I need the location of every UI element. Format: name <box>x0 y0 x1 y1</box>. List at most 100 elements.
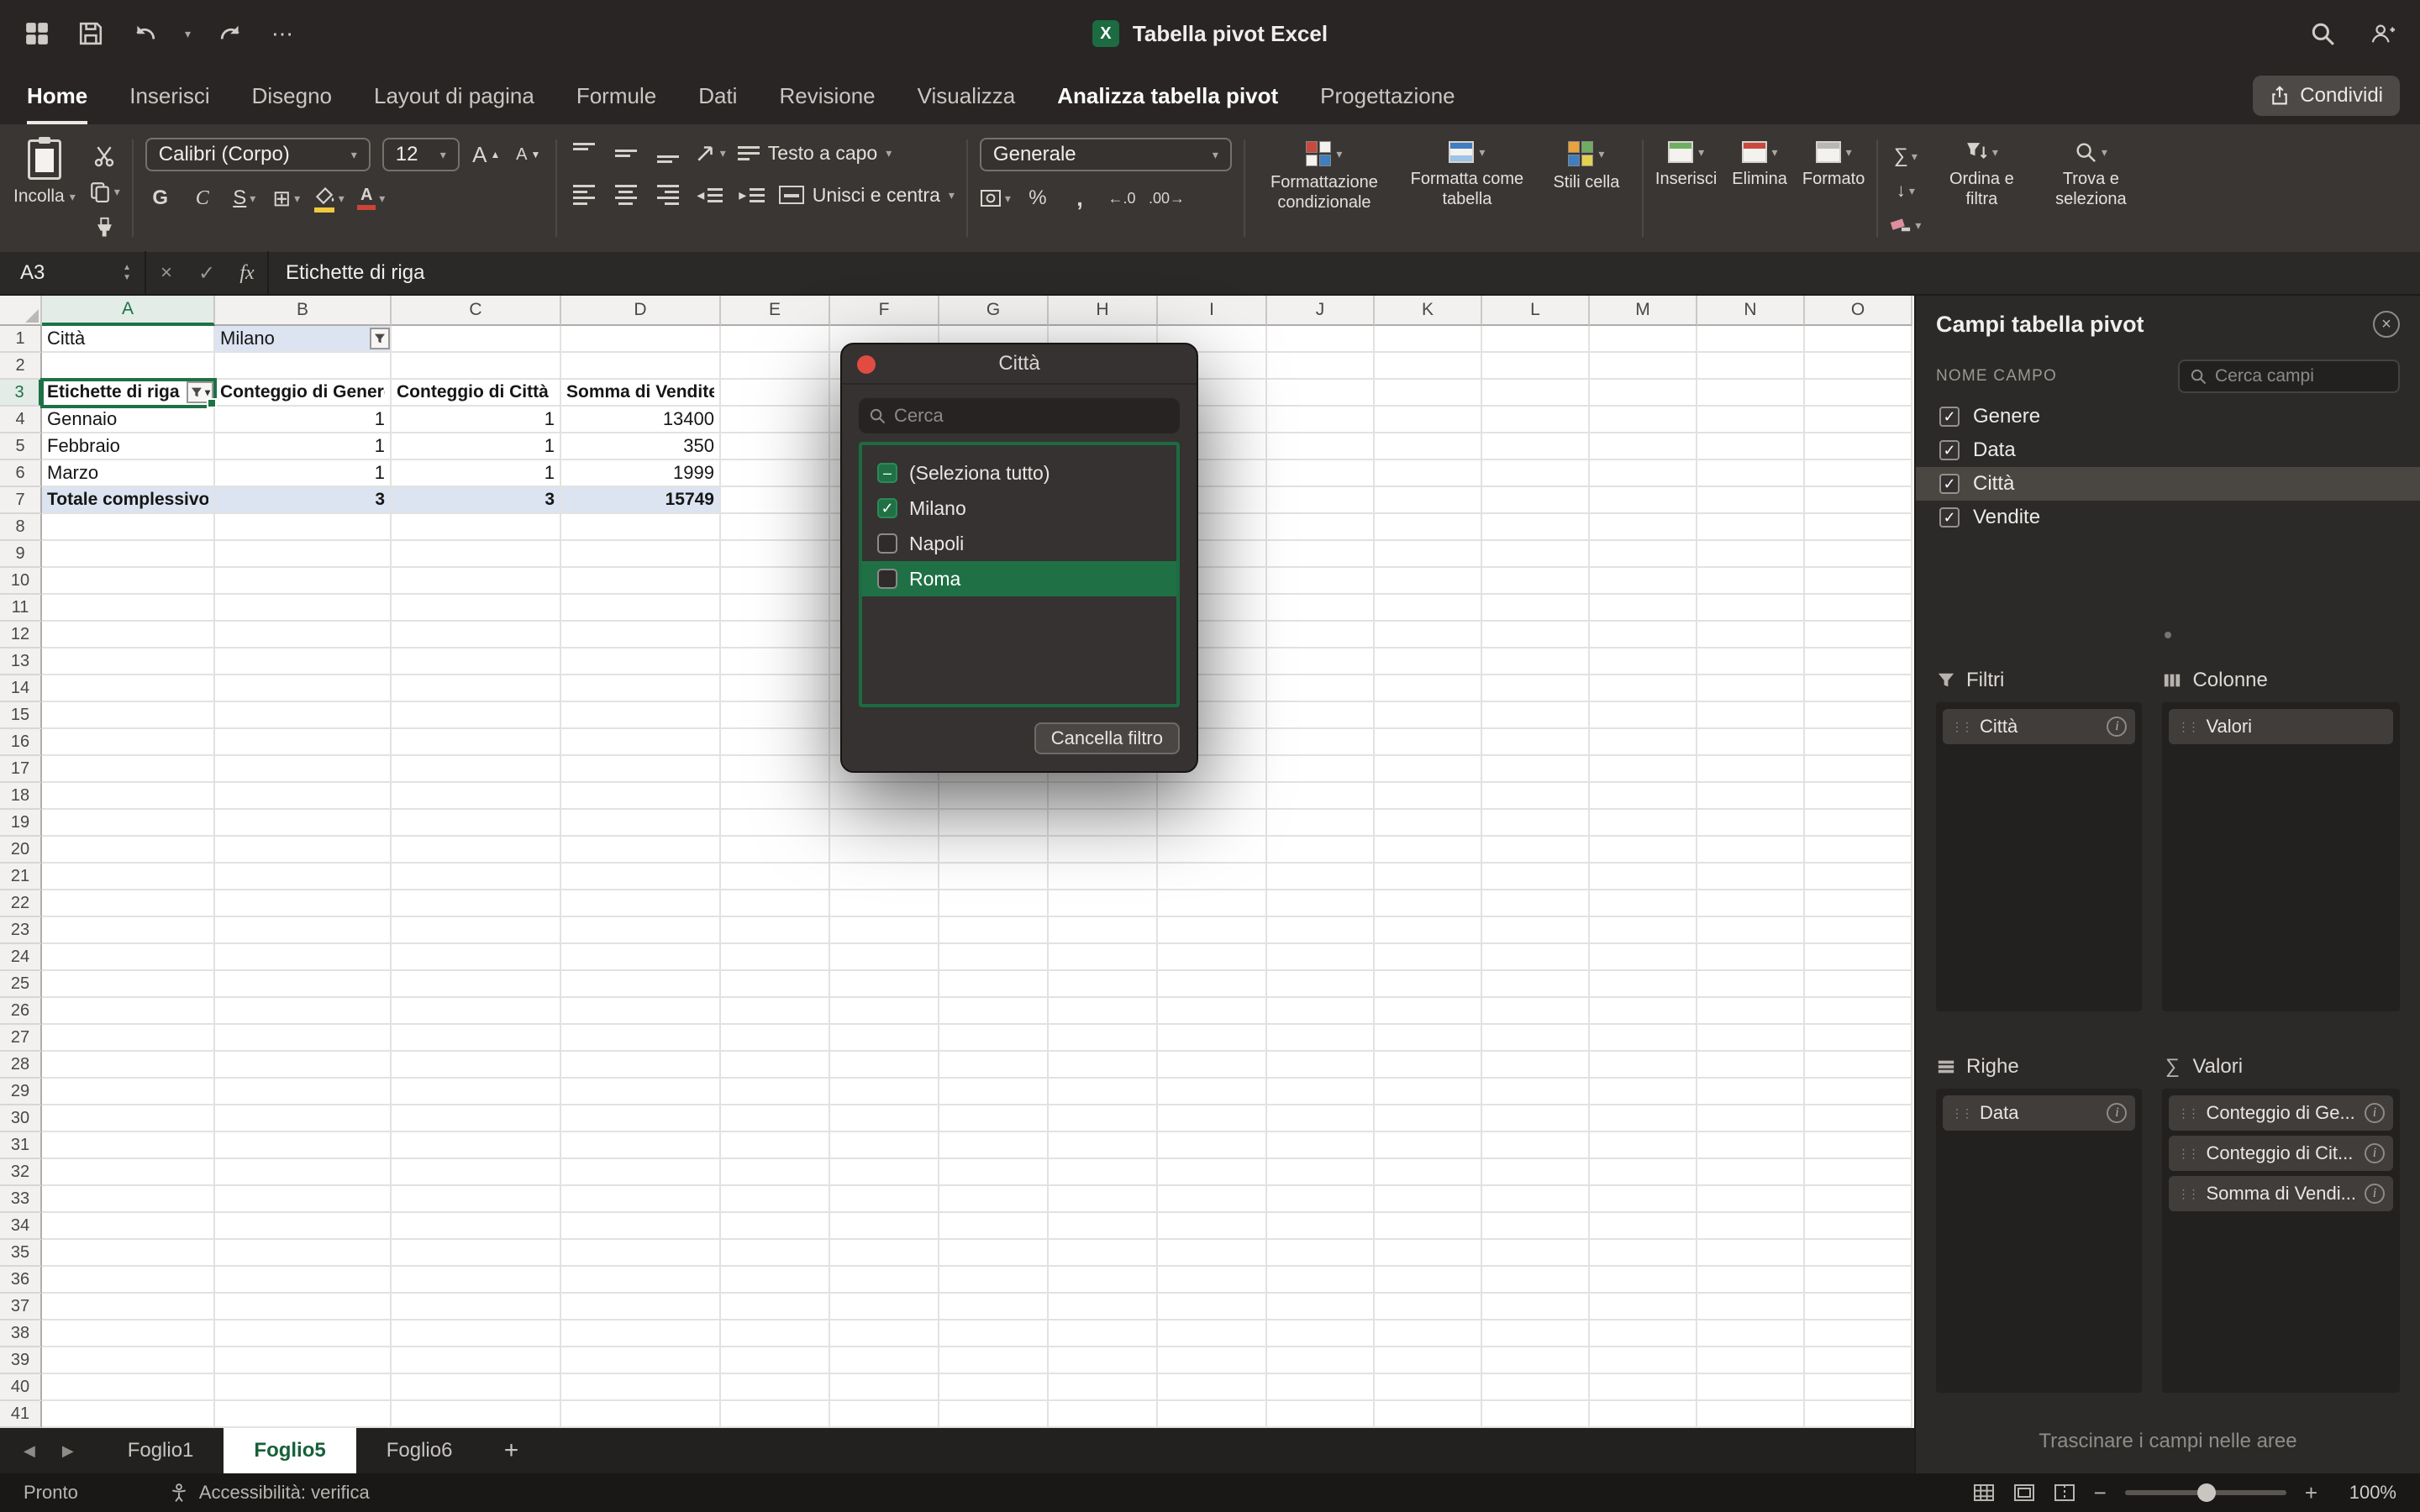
cell-M36[interactable] <box>1590 1267 1697 1294</box>
info-icon[interactable]: i <box>2107 717 2127 737</box>
cell-O5[interactable] <box>1805 433 1912 460</box>
cell-N16[interactable] <box>1697 729 1805 756</box>
field-genere[interactable]: ✓Genere <box>1916 400 2420 433</box>
cell-O23[interactable] <box>1805 917 1912 944</box>
cell-B30[interactable] <box>215 1105 392 1132</box>
cell-C31[interactable] <box>392 1132 561 1159</box>
cell-I38[interactable] <box>1158 1320 1267 1347</box>
cell-E28[interactable] <box>721 1052 830 1079</box>
cell-J40[interactable] <box>1267 1374 1375 1401</box>
cell-N30[interactable] <box>1697 1105 1805 1132</box>
row-header-17[interactable]: 17 <box>0 756 42 783</box>
cell-K12[interactable] <box>1375 622 1482 648</box>
cell-K41[interactable] <box>1375 1401 1482 1428</box>
cell-K28[interactable] <box>1375 1052 1482 1079</box>
cell-J32[interactable] <box>1267 1159 1375 1186</box>
cell-N10[interactable] <box>1697 568 1805 595</box>
cell-H21[interactable] <box>1049 864 1158 890</box>
cell-G40[interactable] <box>939 1374 1049 1401</box>
cell-J11[interactable] <box>1267 595 1375 622</box>
cell-E4[interactable] <box>721 407 830 433</box>
cell-E31[interactable] <box>721 1132 830 1159</box>
wrap-text-button[interactable]: Testo a capo▾ <box>738 142 892 165</box>
cell-E16[interactable] <box>721 729 830 756</box>
cell-H34[interactable] <box>1049 1213 1158 1240</box>
cell-D26[interactable] <box>561 998 721 1025</box>
cell-C36[interactable] <box>392 1267 561 1294</box>
search-icon[interactable] <box>2309 20 2336 47</box>
delete-cells-button[interactable]: ▾ Elimina <box>1732 138 1787 244</box>
cell-F21[interactable] <box>830 864 939 890</box>
row-header-4[interactable]: 4 <box>0 407 42 433</box>
cell-H29[interactable] <box>1049 1079 1158 1105</box>
cell-A3[interactable]: Etichette di riga▾ <box>42 380 215 407</box>
field-checkbox[interactable]: ✓ <box>1939 407 1960 427</box>
cell-H33[interactable] <box>1049 1186 1158 1213</box>
name-box[interactable]: A3 ▲▼ <box>0 251 145 295</box>
cell-E17[interactable] <box>721 756 830 783</box>
cell-F33[interactable] <box>830 1186 939 1213</box>
cell-N25[interactable] <box>1697 971 1805 998</box>
cell-C33[interactable] <box>392 1186 561 1213</box>
field-search-input[interactable] <box>2215 366 2388 386</box>
cell-E18[interactable] <box>721 783 830 810</box>
cell-M39[interactable] <box>1590 1347 1697 1374</box>
cell-A34[interactable] <box>42 1213 215 1240</box>
cell-N4[interactable] <box>1697 407 1805 433</box>
cell-M8[interactable] <box>1590 514 1697 541</box>
cell-G20[interactable] <box>939 837 1049 864</box>
cell-L17[interactable] <box>1482 756 1590 783</box>
cell-N28[interactable] <box>1697 1052 1805 1079</box>
cell-B28[interactable] <box>215 1052 392 1079</box>
cell-H19[interactable] <box>1049 810 1158 837</box>
cell-L23[interactable] <box>1482 917 1590 944</box>
row-header-10[interactable]: 10 <box>0 568 42 595</box>
cell-M34[interactable] <box>1590 1213 1697 1240</box>
cell-B33[interactable] <box>215 1186 392 1213</box>
cell-C41[interactable] <box>392 1401 561 1428</box>
cell-K15[interactable] <box>1375 702 1482 729</box>
cell-M22[interactable] <box>1590 890 1697 917</box>
format-cells-button[interactable]: ▾ Formato <box>1802 138 1865 244</box>
cell-J15[interactable] <box>1267 702 1375 729</box>
cell-G29[interactable] <box>939 1079 1049 1105</box>
cell-K14[interactable] <box>1375 675 1482 702</box>
cell-M27[interactable] <box>1590 1025 1697 1052</box>
comma-style-button[interactable]: , <box>1065 183 1095 213</box>
clear-button[interactable]: ▾ <box>1890 210 1921 240</box>
cell-E19[interactable] <box>721 810 830 837</box>
tab-revisione[interactable]: Revisione <box>779 83 875 124</box>
cell-H26[interactable] <box>1049 998 1158 1025</box>
col-header-G[interactable]: G <box>939 296 1049 326</box>
cell-D28[interactable] <box>561 1052 721 1079</box>
cell-D34[interactable] <box>561 1213 721 1240</box>
cell-D29[interactable] <box>561 1079 721 1105</box>
cell-F41[interactable] <box>830 1401 939 1428</box>
cell-L10[interactable] <box>1482 568 1590 595</box>
cell-D30[interactable] <box>561 1105 721 1132</box>
row-header-15[interactable]: 15 <box>0 702 42 729</box>
previous-sheet-icon[interactable]: ◀ <box>24 1442 35 1460</box>
cell-E30[interactable] <box>721 1105 830 1132</box>
cell-I18[interactable] <box>1158 783 1267 810</box>
cell-L3[interactable] <box>1482 380 1590 407</box>
share-button[interactable]: Condividi <box>2253 76 2400 116</box>
cell-L7[interactable] <box>1482 487 1590 514</box>
cell-I21[interactable] <box>1158 864 1267 890</box>
cell-C20[interactable] <box>392 837 561 864</box>
row-header-38[interactable]: 38 <box>0 1320 42 1347</box>
cell-N36[interactable] <box>1697 1267 1805 1294</box>
cell-K20[interactable] <box>1375 837 1482 864</box>
cell-O40[interactable] <box>1805 1374 1912 1401</box>
cell-J28[interactable] <box>1267 1052 1375 1079</box>
cell-C17[interactable] <box>392 756 561 783</box>
cell-A5[interactable]: Febbraio <box>42 433 215 460</box>
cell-J9[interactable] <box>1267 541 1375 568</box>
cell-J25[interactable] <box>1267 971 1375 998</box>
cell-H22[interactable] <box>1049 890 1158 917</box>
cell-A28[interactable] <box>42 1052 215 1079</box>
filter-item-roma[interactable]: Roma <box>862 561 1176 596</box>
cell-L20[interactable] <box>1482 837 1590 864</box>
cell-H35[interactable] <box>1049 1240 1158 1267</box>
cell-C24[interactable] <box>392 944 561 971</box>
